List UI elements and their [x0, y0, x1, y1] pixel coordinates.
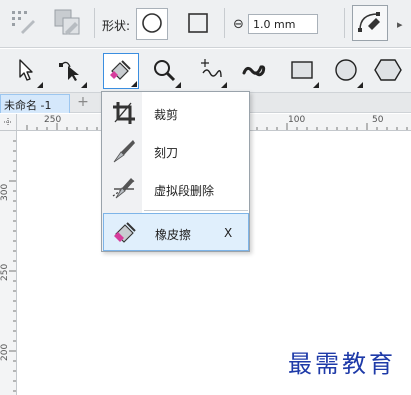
menu-item-crop[interactable]: 裁剪: [103, 94, 249, 132]
eraser-tool-flyout-menu: 裁剪 刻刀 虚拟段删除 橡皮擦 X: [101, 91, 250, 252]
menu-item-shortcut: X: [224, 226, 233, 240]
eraser-width-icon: ⊖: [233, 17, 244, 32]
menu-item-label: 裁剪: [154, 108, 179, 122]
property-bar-overflow-icon[interactable]: ▸: [397, 18, 403, 31]
knife-icon: [111, 138, 137, 164]
crop-icon: [111, 100, 137, 126]
eraser-icon: [112, 220, 138, 246]
ruler-tick-label: 100: [288, 115, 306, 125]
rectangle-icon: [289, 57, 315, 86]
ruler-tick-label: 300: [0, 183, 10, 201]
square-shape-button[interactable]: [182, 8, 214, 40]
artistic-brush-icon: [241, 57, 267, 86]
menu-item-eraser[interactable]: 橡皮擦 X: [103, 213, 249, 251]
menu-item-label: 橡皮擦: [155, 228, 192, 242]
rectangle-tool-button[interactable]: [284, 53, 320, 89]
ruler-tick-label: 250: [44, 115, 62, 125]
virtual-segment-delete-icon: [111, 176, 137, 202]
reduce-nodes-icon: [356, 8, 384, 39]
ellipse-icon: [333, 57, 359, 86]
circle-shape-button[interactable]: [136, 8, 168, 40]
shape-node-icon: [57, 57, 83, 86]
menu-item-knife[interactable]: 刻刀: [103, 132, 249, 170]
zoom-magnifier-icon: [151, 57, 177, 86]
shape-tool-button[interactable]: [52, 53, 88, 89]
circle-icon: [141, 12, 163, 37]
pointer-arrow-icon: [13, 57, 39, 86]
shape-label: 形状:: [102, 19, 131, 33]
artistic-media-tool-button[interactable]: [236, 53, 272, 89]
eraser-width-input[interactable]: [248, 14, 318, 34]
polygon-tool-button[interactable]: [370, 53, 406, 89]
ruler-tick-label: 50: [372, 115, 384, 125]
reduce-nodes-button[interactable]: [352, 5, 388, 41]
watermark: 最需教育: [288, 350, 396, 378]
zoom-tool-button[interactable]: [146, 53, 182, 89]
add-document-tab-button[interactable]: +: [74, 95, 92, 111]
pick-tool-button[interactable]: [8, 53, 44, 89]
ruler-origin-corner[interactable]: [0, 114, 17, 131]
auto-reduce-button[interactable]: [6, 6, 40, 40]
property-bar: 形状: ⊖ ▸: [0, 0, 411, 48]
menu-item-label: 虚拟段删除: [154, 184, 215, 198]
ellipse-tool-button[interactable]: [328, 53, 364, 89]
menu-item-virtual-segment-delete[interactable]: 虚拟段删除: [103, 170, 249, 208]
erase-mode-icon: [52, 7, 82, 40]
freehand-curve-icon: [197, 57, 223, 86]
toolbox: [0, 49, 411, 93]
document-tab[interactable]: 未命名 -1: [0, 94, 70, 113]
ruler-tick-label: 250: [0, 263, 10, 281]
erase-mode-button[interactable]: [50, 6, 84, 40]
square-icon: [187, 12, 209, 37]
freehand-tool-button[interactable]: [192, 53, 228, 89]
ruler-tick-label: 200: [0, 343, 10, 361]
vertical-ruler[interactable]: 300 250 200: [0, 131, 17, 395]
auto-reduce-icon: [9, 8, 37, 39]
hexagon-icon: [374, 57, 402, 86]
eraser-tool-button[interactable]: [103, 53, 139, 89]
menu-item-label: 刻刀: [154, 146, 179, 160]
